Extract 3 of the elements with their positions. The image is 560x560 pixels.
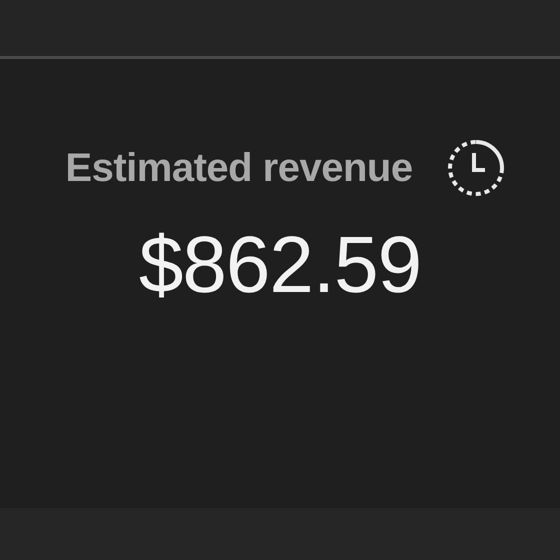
- clock-icon[interactable]: [446, 139, 505, 197]
- revenue-value: $862.59: [138, 219, 422, 311]
- card-title: Estimated revenue: [65, 146, 413, 190]
